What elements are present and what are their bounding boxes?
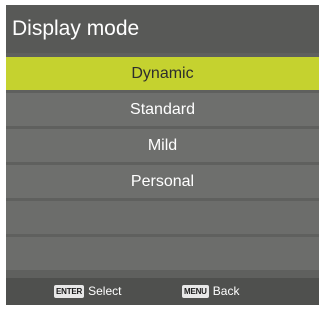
key-hints-bar: ENTER Select MENU Back [6, 278, 319, 305]
option-list: Dynamic Standard Mild Personal [6, 57, 319, 273]
back-hint: MENU Back [182, 284, 239, 299]
select-hint: ENTER Select [54, 284, 121, 299]
option-dynamic[interactable]: Dynamic [6, 57, 319, 90]
option-mild[interactable]: Mild [6, 129, 319, 162]
menu-key-icon: MENU [182, 285, 209, 298]
empty-slot [6, 237, 319, 270]
select-hint-label: Select [88, 284, 122, 298]
back-hint-label: Back [212, 284, 240, 298]
enter-key-icon: ENTER [54, 285, 85, 298]
empty-slot [6, 201, 319, 234]
display-mode-menu: Display mode Dynamic Standard Mild Perso… [6, 5, 319, 305]
option-personal[interactable]: Personal [6, 165, 319, 198]
menu-title: Display mode [6, 5, 319, 53]
option-standard[interactable]: Standard [6, 93, 319, 126]
